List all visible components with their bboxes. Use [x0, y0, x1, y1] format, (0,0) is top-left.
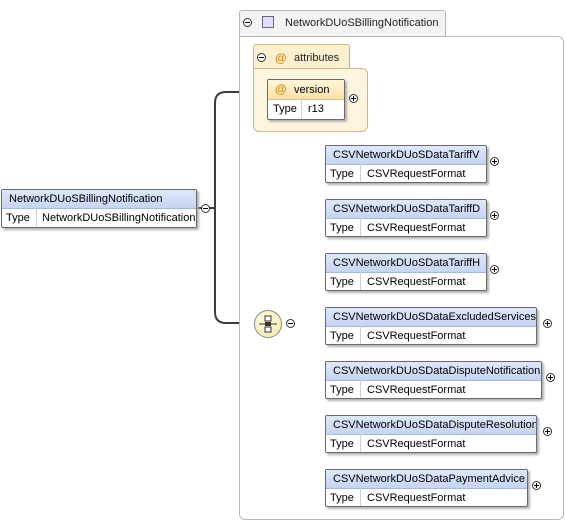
type-value: r13 — [308, 103, 324, 115]
type-value: NetworkDUoSBillingNotification — [42, 212, 196, 224]
element-name: CSVNetworkDUoSDataDisputeNotification — [333, 365, 541, 377]
element-header: CSVNetworkDUoSDataPaymentAdvice — [326, 470, 527, 489]
element-name: CSVNetworkDUoSDataTariffV — [333, 149, 480, 161]
type-value: CSVRequestFormat — [367, 438, 466, 450]
element-expand-icon[interactable] — [543, 427, 552, 436]
attribute-at-icon: @ — [275, 51, 287, 65]
attributes-collapse-icon[interactable] — [257, 53, 266, 62]
type-label: Type — [273, 103, 297, 115]
element-box[interactable]: CSVNetworkDUoSDataPaymentAdvice Type CSV… — [325, 469, 528, 507]
type-value: CSVRequestFormat — [367, 492, 466, 504]
type-label: Type — [330, 438, 354, 450]
type-separator — [360, 380, 361, 398]
element-type-row: Type CSVRequestFormat — [326, 434, 536, 452]
type-label: Type — [330, 222, 354, 234]
type-value: CSVRequestFormat — [367, 168, 466, 180]
element-expand-icon[interactable] — [532, 481, 541, 490]
element-header: CSVNetworkDUoSDataDisputeResolution — [326, 416, 536, 435]
type-label: Type — [330, 276, 354, 288]
type-separator — [360, 488, 361, 506]
attribute-expand-icon[interactable] — [349, 94, 358, 103]
complex-type-icon — [262, 16, 274, 28]
element-box[interactable]: CSVNetworkDUoSDataTariffH Type CSVReques… — [325, 253, 487, 291]
type-separator — [36, 208, 37, 227]
element-type-row: Type CSVRequestFormat — [326, 218, 486, 236]
element-type-row: Type CSVRequestFormat — [326, 326, 536, 344]
element-box[interactable]: CSVNetworkDUoSDataTariffV Type CSVReques… — [325, 145, 487, 183]
element-header: CSVNetworkDUoSDataTariffH — [326, 254, 486, 273]
type-label: Type — [330, 330, 354, 342]
element-name: CSVNetworkDUoSDataExcludedServices — [333, 311, 536, 323]
element-expand-icon[interactable] — [543, 319, 552, 328]
type-separator — [360, 218, 361, 236]
type-value: CSVRequestFormat — [367, 222, 466, 234]
complex-type-name: NetworkDUoSBillingNotification — [285, 17, 439, 29]
root-element-header: NetworkDUoSBillingNotification — [2, 190, 196, 209]
element-name: CSVNetworkDUoSDataTariffD — [333, 203, 481, 215]
sequence-collapse-icon[interactable] — [286, 319, 295, 328]
type-label: Type — [330, 492, 354, 504]
element-box[interactable]: CSVNetworkDUoSDataDisputeNotification Ty… — [325, 361, 542, 399]
type-separator — [360, 326, 361, 344]
element-expand-icon[interactable] — [546, 373, 555, 382]
element-expand-icon[interactable] — [490, 157, 499, 166]
root-element-type-row: Type NetworkDUoSBillingNotification — [2, 208, 196, 227]
attribute-name: version — [294, 84, 330, 96]
type-value: CSVRequestFormat — [367, 384, 466, 396]
element-box[interactable]: CSVNetworkDUoSDataTariffD Type CSVReques… — [325, 199, 487, 237]
element-type-row: Type CSVRequestFormat — [326, 272, 486, 290]
root-element-box[interactable]: NetworkDUoSBillingNotification Type Netw… — [1, 189, 197, 228]
element-type-row: Type CSVRequestFormat — [326, 164, 486, 182]
attribute-version-box[interactable]: @ version Type r13 — [267, 79, 345, 120]
element-box[interactable]: CSVNetworkDUoSDataDisputeResolution Type… — [325, 415, 537, 453]
element-header: CSVNetworkDUoSDataExcludedServices — [326, 308, 536, 327]
type-separator — [360, 164, 361, 182]
element-name: CSVNetworkDUoSDataPaymentAdvice — [333, 473, 525, 485]
complex-type-collapse-icon[interactable] — [243, 18, 252, 27]
element-type-row: Type CSVRequestFormat — [326, 488, 527, 506]
element-header: CSVNetworkDUoSDataTariffD — [326, 200, 486, 219]
element-header: CSVNetworkDUoSDataTariffV — [326, 146, 486, 165]
element-expand-icon[interactable] — [490, 265, 499, 274]
sequence-compositor-icon[interactable] — [254, 310, 282, 338]
root-element-name: NetworkDUoSBillingNotification — [9, 193, 163, 205]
attributes-label: attributes — [294, 52, 340, 64]
type-value: CSVRequestFormat — [367, 330, 466, 342]
element-header: CSVNetworkDUoSDataDisputeNotification — [326, 362, 541, 381]
root-collapse-icon[interactable] — [201, 204, 210, 213]
element-box[interactable]: CSVNetworkDUoSDataExcludedServices Type … — [325, 307, 537, 345]
type-value: CSVRequestFormat — [367, 276, 466, 288]
attribute-at-icon: @ — [275, 82, 287, 96]
element-name: CSVNetworkDUoSDataDisputeResolution — [333, 419, 537, 431]
type-label: Type — [6, 212, 30, 224]
type-separator — [360, 272, 361, 290]
type-label: Type — [330, 168, 354, 180]
element-expand-icon[interactable] — [490, 211, 499, 220]
type-label: Type — [330, 384, 354, 396]
type-separator — [301, 99, 302, 119]
element-type-row: Type CSVRequestFormat — [326, 380, 541, 398]
element-name: CSVNetworkDUoSDataTariffH — [333, 257, 481, 269]
type-separator — [360, 434, 361, 452]
